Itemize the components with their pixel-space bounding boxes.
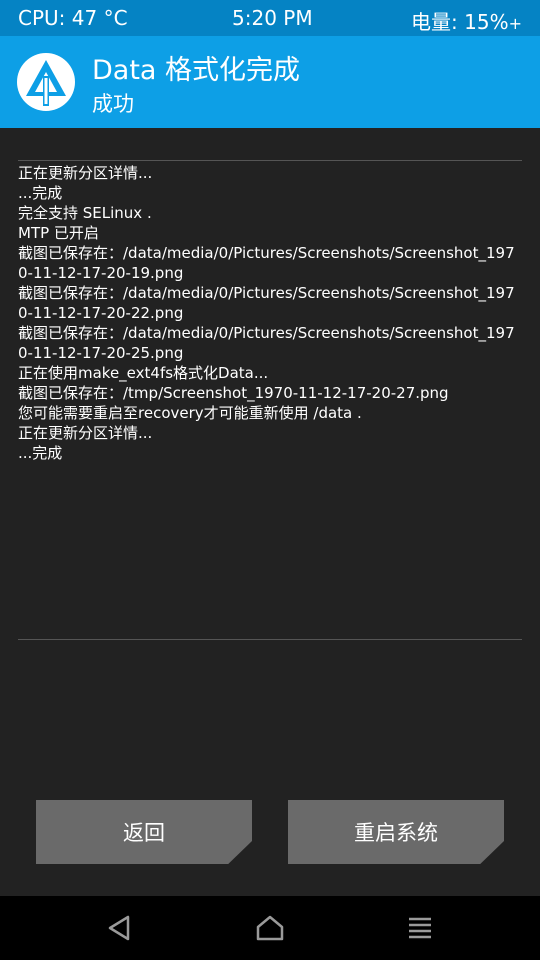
console-line: MTP 已开启 — [18, 224, 99, 242]
reboot-system-button-label: 重启系统 — [354, 821, 438, 845]
console-line: 截图已保存在：/data/media/0/Pictures/Screenshot… — [18, 244, 515, 282]
clock: 5:20 PM — [232, 6, 313, 30]
console-log[interactable]: 正在更新分区详情... ...完成 完全支持 SELinux . MTP 已开启 截图已… — [18, 160, 522, 640]
back-triangle-icon[interactable] — [104, 912, 136, 944]
twrp-logo-icon — [17, 53, 75, 111]
console-line: 您可能需要重启至recovery才可能重新使用 /data . — [18, 404, 362, 422]
menu-icon[interactable] — [404, 912, 436, 944]
back-button[interactable]: 返回 — [36, 800, 252, 864]
reboot-system-button[interactable]: 重启系统 — [288, 800, 504, 864]
status-bar: CPU: 47 °C 5:20 PM 电量: 15%+ — [0, 0, 540, 36]
recovery-screen: CPU: 47 °C 5:20 PM 电量: 15%+ Data 格式化完成 成… — [0, 0, 540, 960]
console-line: 截图已保存在：/data/media/0/Pictures/Screenshot… — [18, 324, 515, 362]
console-line: 正在使用make_ext4fs格式化Data... — [18, 364, 269, 382]
battery-status: 电量: 15%+ — [411, 6, 522, 35]
cpu-temperature: CPU: 47 °C — [18, 6, 128, 30]
console-line: ...完成 — [18, 184, 63, 202]
console-line: 完全支持 SELinux . — [18, 204, 152, 222]
console-line: 正在更新分区详情... — [18, 424, 153, 442]
console-line: 截图已保存在：/tmp/Screenshot_1970-11-12-17-20-… — [18, 384, 449, 402]
battery-level: 电量: 15% — [411, 10, 509, 34]
battery-charging-indicator: + — [508, 14, 522, 33]
page-subtitle: 成功 — [92, 92, 134, 116]
back-button-label: 返回 — [123, 821, 165, 845]
console-line: 正在更新分区详情... — [18, 164, 153, 182]
console-line: 截图已保存在：/data/media/0/Pictures/Screenshot… — [18, 284, 515, 322]
page-title: Data 格式化完成 — [92, 55, 301, 86]
navigation-bar — [0, 896, 540, 960]
header: Data 格式化完成 成功 — [0, 36, 540, 128]
console-line: ...完成 — [18, 444, 63, 462]
home-icon[interactable] — [254, 912, 286, 944]
